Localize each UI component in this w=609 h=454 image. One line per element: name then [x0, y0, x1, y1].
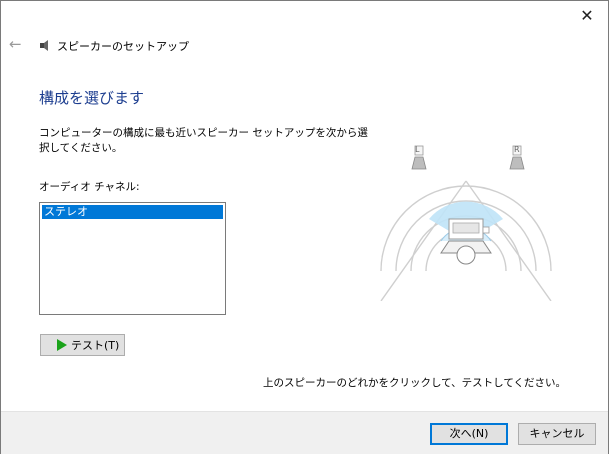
footer-bar: 次へ(N) キャンセル	[1, 411, 608, 454]
left-speaker-label: L	[415, 145, 420, 154]
close-icon: ✕	[580, 6, 594, 25]
test-button[interactable]: テスト(T)	[40, 334, 125, 356]
speaker-setup-window: ✕ ← スピーカーのセットアップ 構成を選びます コンピューターの構成に最も近い…	[0, 0, 609, 454]
speaker-diagram	[380, 180, 552, 301]
page-heading: 構成を選びます	[39, 89, 145, 107]
test-button-label: テスト(T)	[71, 339, 120, 352]
list-item-stereo[interactable]: ステレオ	[42, 205, 223, 219]
hint-text: 上のスピーカーのどれかをクリックして、テストしてください。	[263, 377, 567, 389]
audio-channel-label: オーディオ チャネル:	[39, 181, 140, 193]
right-speaker-label: R	[514, 145, 520, 154]
cancel-button[interactable]: キャンセル	[518, 423, 596, 445]
next-button[interactable]: 次へ(N)	[430, 423, 508, 445]
window-title: スピーカーのセットアップ	[57, 40, 189, 53]
description-text: コンピューターの構成に最も近いスピーカー セットアップを次から選択してください。	[39, 127, 368, 154]
speaker-icon	[40, 40, 48, 51]
audio-channel-list[interactable]: ステレオ	[39, 202, 226, 315]
back-arrow-icon[interactable]: ←	[9, 35, 22, 53]
play-icon	[57, 339, 67, 351]
close-button[interactable]: ✕	[572, 3, 602, 29]
